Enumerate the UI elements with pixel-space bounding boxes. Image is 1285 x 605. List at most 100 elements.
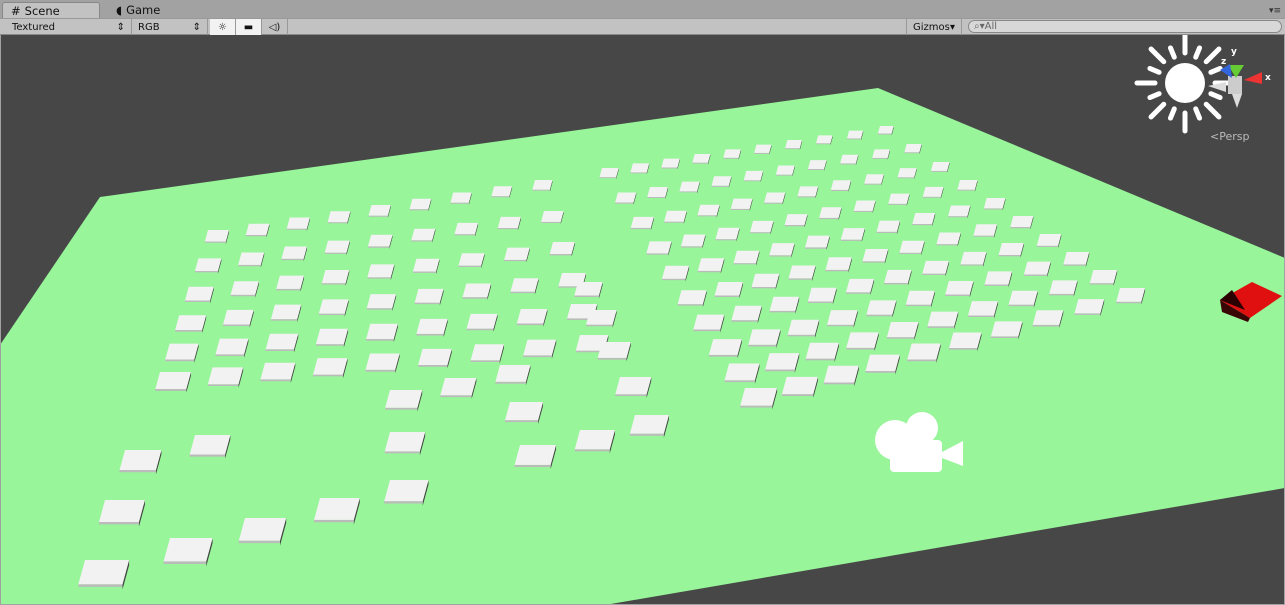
tile [807, 160, 827, 172]
svg-text:x: x [1265, 73, 1271, 83]
tile [897, 168, 917, 180]
draw-mode-dropdown[interactable]: Textured ⇕ [6, 19, 132, 35]
tile [185, 286, 214, 304]
tile [872, 149, 890, 160]
tile [847, 130, 864, 141]
tile [830, 180, 852, 193]
tile [1063, 252, 1090, 268]
scene-viewport[interactable]: y z x <Persp [1, 35, 1284, 604]
tile [754, 144, 772, 155]
tile [368, 234, 393, 249]
tile [599, 168, 619, 180]
tile [748, 329, 781, 349]
tile [781, 376, 818, 398]
tile [888, 193, 910, 206]
tile [743, 170, 764, 183]
gizmos-dropdown[interactable]: Gizmos ▾ [906, 19, 962, 35]
tile [238, 252, 265, 268]
tile [411, 228, 436, 243]
tab-scene[interactable]: # Scene [2, 2, 100, 18]
tile [680, 234, 706, 249]
tile [769, 243, 795, 258]
light-ray [1193, 106, 1203, 121]
tile [930, 162, 950, 173]
tile [367, 264, 395, 281]
tile [697, 204, 720, 218]
tile [646, 241, 672, 256]
image-effects-toggle[interactable]: ▬ [236, 19, 262, 35]
tile [708, 339, 742, 359]
tile [983, 198, 1006, 211]
tile [865, 354, 900, 375]
tile [733, 250, 760, 266]
tile [204, 230, 229, 245]
tile [750, 220, 774, 235]
tile [816, 135, 833, 146]
tile [491, 186, 513, 199]
panel-menu-icon[interactable]: ▾≡ [1269, 6, 1281, 16]
tile [949, 332, 982, 352]
tile [324, 240, 350, 256]
tile [318, 299, 349, 317]
tile [119, 450, 162, 475]
tile [927, 311, 959, 330]
tile [787, 319, 820, 339]
tile [368, 205, 391, 218]
tile [922, 260, 949, 277]
tile [321, 270, 350, 286]
tile [541, 211, 564, 225]
tile [194, 258, 222, 274]
search-input[interactable]: ⌕▾ All [968, 20, 1282, 33]
scene-toolbar: Textured ⇕ RGB ⇕ ☼ ▬ ◁) Gizmos ▾ ⌕▾ All [0, 18, 1285, 35]
tile [532, 180, 553, 192]
tile [549, 242, 575, 257]
tile [574, 282, 603, 299]
tile [877, 126, 894, 136]
tile [827, 310, 858, 328]
tile [1074, 299, 1105, 317]
tile [807, 287, 837, 305]
updown-icon: ⇕ [116, 21, 125, 33]
tile [907, 343, 941, 363]
tile [276, 275, 305, 292]
tab-bar: # Scene ◖ Game ▾≡ [0, 0, 1285, 18]
search-icon: ⌕▾ [974, 21, 985, 32]
tab-game[interactable]: ◖ Game [108, 2, 168, 18]
projection-label[interactable]: <Persp [1210, 130, 1249, 143]
tile [384, 480, 429, 506]
tile [418, 348, 452, 369]
tile [189, 435, 231, 459]
tile [615, 377, 652, 398]
audio-toggle[interactable]: ◁) [262, 19, 288, 35]
tile [664, 210, 687, 224]
light-ray [1167, 45, 1177, 60]
tile [365, 353, 400, 374]
tile [1049, 280, 1078, 297]
tile [899, 240, 925, 256]
render-mode-dropdown[interactable]: RGB ⇕ [132, 19, 208, 35]
tile [313, 358, 348, 379]
tile [862, 248, 889, 264]
tile [866, 300, 897, 318]
directional-light-icon [1165, 63, 1205, 103]
tile [165, 343, 199, 363]
sun-icon: ☼ [218, 21, 227, 33]
tile [936, 232, 961, 247]
light-ray [1193, 45, 1203, 60]
tile [470, 344, 504, 364]
tile [677, 290, 707, 308]
tile [764, 192, 786, 205]
tile [505, 402, 544, 425]
lighting-toggle[interactable]: ☼ [210, 19, 236, 35]
tile [630, 163, 650, 175]
tile [466, 313, 498, 332]
tile [825, 257, 852, 273]
tile [805, 235, 830, 250]
tile [715, 227, 740, 242]
scene-canvas: y z x [1, 35, 1284, 604]
tile [245, 223, 270, 238]
tile [785, 140, 803, 151]
tile [78, 560, 130, 590]
tile [905, 290, 935, 308]
tile [315, 328, 349, 348]
